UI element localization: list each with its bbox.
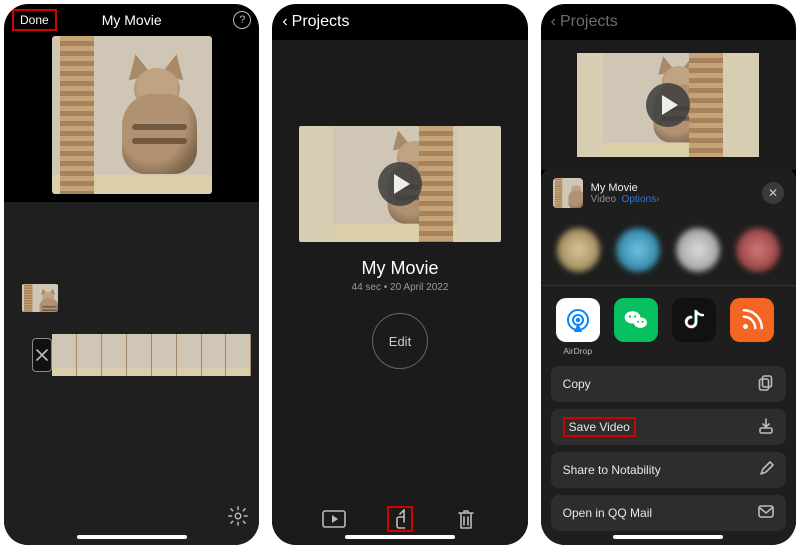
- done-button[interactable]: Done: [12, 9, 57, 31]
- back-nav[interactable]: ‹ Projects: [272, 4, 527, 40]
- project-body: My Movie 44 sec • 20 April 2022 Edit: [272, 40, 527, 545]
- rss-icon: [730, 298, 774, 342]
- share-apps-row: AirDrop: [541, 294, 796, 366]
- video-preview: [4, 36, 259, 202]
- home-indicator[interactable]: [77, 535, 187, 539]
- action-label: Save Video: [563, 417, 636, 437]
- trash-icon[interactable]: [453, 506, 479, 532]
- project-detail-screen: ‹ Projects My Movie 44 sec • 20 April 20…: [272, 4, 527, 545]
- wechat-icon: [614, 298, 658, 342]
- share-sheet: My Movie Video Options› ✕: [541, 168, 796, 545]
- home-indicator[interactable]: [345, 535, 455, 539]
- app-label: AirDrop: [563, 346, 592, 356]
- clip-thumbnail[interactable]: [22, 284, 58, 312]
- share-title: My Movie: [591, 182, 660, 194]
- share-thumbnail: [553, 178, 583, 208]
- back-label: Projects: [292, 13, 350, 31]
- contact-avatar[interactable]: [736, 228, 780, 272]
- divider: [541, 285, 796, 286]
- action-save-video[interactable]: Save Video: [551, 409, 786, 445]
- app-tiktok[interactable]: [671, 298, 717, 356]
- share-header: My Movie Video Options› ✕: [541, 168, 796, 218]
- editor-screen: Done My Movie ?: [4, 4, 259, 545]
- play-icon: [646, 83, 690, 127]
- app-rss[interactable]: [729, 298, 775, 356]
- airdrop-icon: [556, 298, 600, 342]
- contact-avatar[interactable]: [557, 228, 601, 272]
- settings-icon[interactable]: [227, 505, 249, 527]
- share-subtitle[interactable]: Video Options›: [591, 194, 660, 205]
- transition-handle[interactable]: [32, 338, 52, 372]
- project-title: My Movie: [102, 12, 162, 28]
- copy-icon: [758, 375, 774, 394]
- action-label: Share to Notability: [563, 463, 661, 477]
- contact-avatar[interactable]: [676, 228, 720, 272]
- action-label: Open in QQ Mail: [563, 506, 652, 520]
- back-nav-dim: ‹ Projects: [541, 4, 796, 40]
- share-icon[interactable]: [387, 506, 413, 532]
- project-video[interactable]: [299, 126, 501, 242]
- timeline-strip[interactable]: [32, 334, 251, 376]
- action-open-qqmail[interactable]: Open in QQ Mail: [551, 495, 786, 531]
- back-label: Projects: [560, 13, 618, 31]
- airdrop-people-row[interactable]: [541, 218, 796, 281]
- share-actions: Copy Save Video Share to Notability Open…: [541, 366, 796, 531]
- mail-icon: [758, 505, 774, 522]
- help-icon[interactable]: ?: [233, 11, 251, 29]
- contact-avatar[interactable]: [616, 228, 660, 272]
- play-fullscreen-icon[interactable]: [321, 506, 347, 532]
- preview-thumbnail: [52, 36, 212, 194]
- action-label: Copy: [563, 377, 591, 391]
- chevron-left-icon: ‹: [282, 13, 287, 31]
- chevron-left-icon: ‹: [551, 13, 556, 31]
- action-copy[interactable]: Copy: [551, 366, 786, 402]
- timeline-frames[interactable]: [52, 334, 251, 376]
- close-icon[interactable]: ✕: [762, 182, 784, 204]
- project-meta: 44 sec • 20 April 2022: [352, 282, 449, 293]
- edit-button[interactable]: Edit: [372, 313, 428, 369]
- play-icon[interactable]: [378, 162, 422, 206]
- home-indicator[interactable]: [613, 535, 723, 539]
- app-airdrop[interactable]: AirDrop: [555, 298, 601, 356]
- share-sheet-screen: ‹ Projects My Movie Video Options› ✕: [541, 4, 796, 545]
- download-icon: [758, 418, 774, 437]
- editor-topbar: Done My Movie ?: [4, 4, 259, 36]
- tiktok-icon: [672, 298, 716, 342]
- timeline-area: [4, 202, 259, 545]
- action-share-notability[interactable]: Share to Notability: [551, 452, 786, 488]
- app-wechat[interactable]: [613, 298, 659, 356]
- project-video-dim: [541, 40, 796, 170]
- project-title: My Movie: [361, 258, 438, 279]
- pencil-icon: [758, 461, 774, 480]
